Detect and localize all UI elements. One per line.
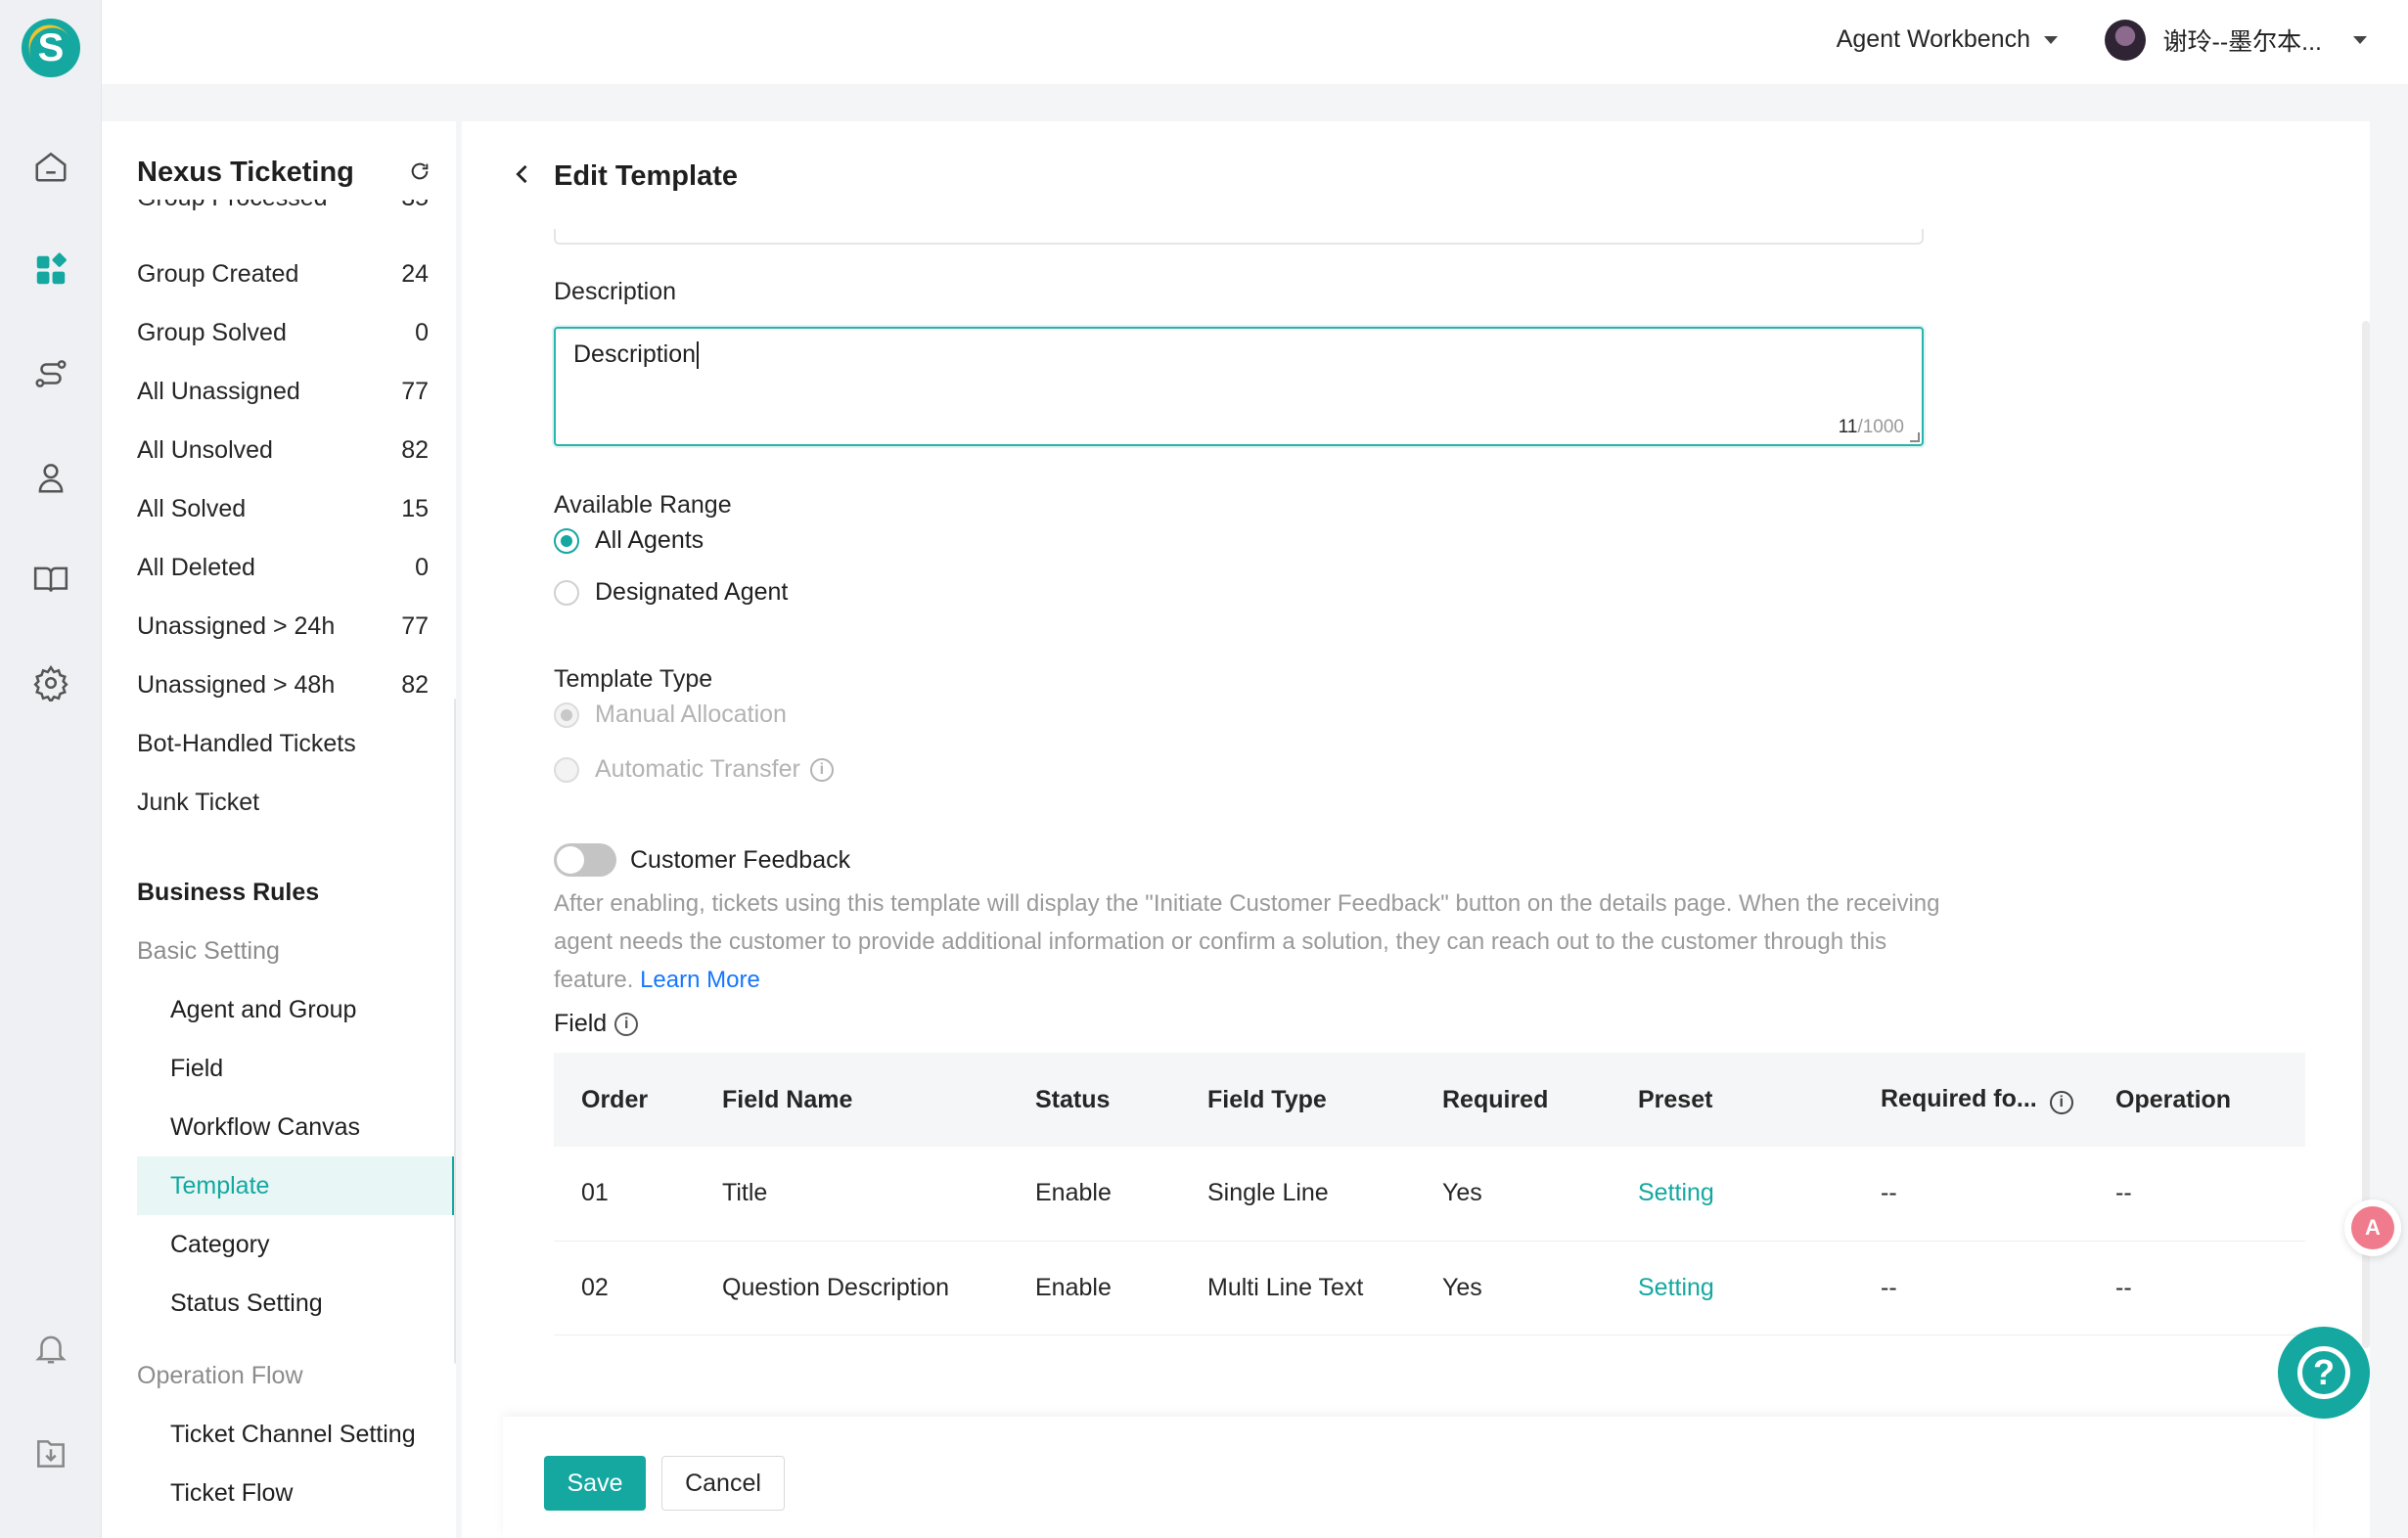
- col-field-type: Field Type: [1180, 1053, 1415, 1147]
- workbench-label: Agent Workbench: [1836, 25, 2030, 53]
- customer-feedback-toggle-row: Customer Feedback: [554, 843, 850, 877]
- nav-rail: S: [0, 0, 102, 1538]
- info-icon[interactable]: i: [614, 1012, 639, 1036]
- char-counter: 11/1000: [1838, 417, 1904, 437]
- name-input[interactable]: [554, 229, 1924, 245]
- col-required-for: Required fo... i: [1853, 1053, 2088, 1147]
- sidebar-item-status-setting[interactable]: Status Setting: [102, 1274, 456, 1333]
- chevron-down-icon: [2044, 35, 2058, 44]
- radio-button[interactable]: [554, 527, 579, 554]
- info-icon[interactable]: i: [809, 757, 834, 782]
- table-header-row: Order Field Name Status Field Type Requi…: [554, 1053, 2305, 1147]
- form-footer: Save Cancel: [503, 1417, 2313, 1538]
- user-icon[interactable]: [31, 458, 70, 497]
- sidebar-scrollbar[interactable]: [454, 699, 456, 1364]
- user-name: 谢玲--墨尔本...: [2162, 28, 2323, 56]
- radio-button: [554, 701, 579, 728]
- sidebar-item-all-deleted[interactable]: All Deleted 0: [102, 538, 456, 597]
- sidebar-item-all-unassigned[interactable]: All Unassigned 77: [102, 362, 456, 421]
- description-label: Description: [554, 278, 677, 305]
- resize-handle[interactable]: [1910, 432, 1920, 442]
- main-scrollbar[interactable]: [2362, 321, 2370, 1348]
- sidebar-item-workflow-canvas[interactable]: Workflow Canvas: [102, 1098, 456, 1156]
- radio-button: [554, 756, 579, 783]
- back-icon[interactable]: [509, 160, 536, 195]
- bell-icon[interactable]: [31, 1329, 70, 1368]
- gear-icon[interactable]: [31, 663, 70, 702]
- sidebar-item-category[interactable]: Category: [102, 1215, 456, 1274]
- user-menu[interactable]: 谢玲--墨尔本...: [2104, 20, 2367, 61]
- routing-icon[interactable]: [31, 354, 70, 393]
- sidebar-title: Nexus Ticketing: [137, 157, 354, 188]
- ticket-sidebar: Nexus Ticketing Group Processed 35 Group…: [102, 121, 456, 1538]
- sidebar-item-all-unsolved[interactable]: All Unsolved 82: [102, 421, 456, 479]
- avatar: [2104, 20, 2146, 61]
- sidebar-item-bot-handled[interactable]: Bot-Handled Tickets: [102, 714, 456, 773]
- col-preset: Preset: [1611, 1053, 1853, 1147]
- basic-setting-heading: Basic Setting: [137, 936, 280, 965]
- radio-designated-agent[interactable]: Designated Agent: [554, 578, 788, 607]
- field-table: Order Field Name Status Field Type Requi…: [554, 1053, 2305, 1335]
- learn-more-link[interactable]: Learn More: [640, 967, 760, 993]
- operation-flow-heading: Operation Flow: [137, 1361, 303, 1389]
- translate-button[interactable]: A: [2344, 1199, 2401, 1256]
- sidebar-item-ticket-flow[interactable]: Ticket Flow: [102, 1464, 456, 1522]
- customer-feedback-label: Customer Feedback: [630, 845, 851, 874]
- customer-feedback-toggle[interactable]: [554, 843, 616, 877]
- workbench-switcher[interactable]: Agent Workbench: [1837, 25, 2058, 54]
- col-status: Status: [1008, 1053, 1180, 1147]
- sidebar-item-group-created[interactable]: Group Created 24: [102, 245, 456, 303]
- sidebar-item-unassigned-24h[interactable]: Unassigned > 24h 77: [102, 597, 456, 656]
- radio-manual-allocation: Manual Allocation: [554, 701, 787, 729]
- page-header: Edit Template: [462, 121, 2370, 229]
- sidebar-item-template[interactable]: Template: [137, 1156, 456, 1215]
- radio-all-agents[interactable]: All Agents: [554, 526, 704, 555]
- save-button[interactable]: Save: [544, 1456, 646, 1511]
- sidebar-item-ticket-channel[interactable]: Ticket Channel Setting: [102, 1405, 456, 1464]
- table-row: 01 Title Enable Single Line Yes Setting …: [554, 1147, 2305, 1242]
- help-button[interactable]: ?: [2278, 1327, 2370, 1419]
- info-icon[interactable]: i: [2049, 1091, 2073, 1114]
- col-field-name: Field Name: [695, 1053, 1008, 1147]
- business-rules-heading: Business Rules: [137, 878, 320, 906]
- question-icon: ?: [2297, 1346, 2350, 1399]
- text-cursor: [697, 341, 700, 370]
- template-type-label: Template Type: [554, 665, 713, 693]
- top-bar: Agent Workbench 谢玲--墨尔本...: [102, 0, 2408, 84]
- download-icon[interactable]: [31, 1434, 70, 1473]
- chevron-down-icon: [2353, 36, 2367, 44]
- page-title: Edit Template: [554, 160, 738, 192]
- sidebar-item-all-solved[interactable]: All Solved 15: [102, 479, 456, 538]
- app-logo[interactable]: S: [22, 19, 80, 77]
- table-row: 02 Question Description Enable Multi Lin…: [554, 1241, 2305, 1335]
- main-panel: Edit Template Description Description 11…: [462, 121, 2370, 1538]
- radio-button[interactable]: [554, 579, 579, 606]
- home-icon[interactable]: [31, 147, 70, 186]
- col-order: Order: [554, 1053, 695, 1147]
- sidebar-item-unassigned-48h[interactable]: Unassigned > 48h 82: [102, 656, 456, 714]
- description-value: Description: [573, 340, 697, 368]
- edit-form: Description Description 11/1000 Availabl…: [503, 229, 2313, 1538]
- radio-automatic-transfer: Automatic Transfer i: [554, 755, 834, 784]
- col-required: Required: [1415, 1053, 1611, 1147]
- book-icon[interactable]: [31, 560, 70, 599]
- col-operation: Operation: [2088, 1053, 2305, 1147]
- sidebar-item-field[interactable]: Field: [102, 1039, 456, 1098]
- sidebar-item-group-processed[interactable]: Group Processed 35: [102, 200, 456, 245]
- field-section-label: Field i: [554, 1010, 639, 1038]
- sidebar-item-group-solved[interactable]: Group Solved 0: [102, 303, 456, 362]
- dashboard-icon[interactable]: [31, 250, 70, 290]
- refresh-icon[interactable]: [409, 160, 431, 189]
- description-textarea[interactable]: Description 11/1000: [554, 327, 1924, 446]
- feedback-help-text: After enabling, tickets using this templ…: [554, 890, 1940, 993]
- cancel-button[interactable]: Cancel: [661, 1456, 785, 1511]
- preset-setting-link[interactable]: Setting: [1611, 1147, 1853, 1242]
- sidebar-item-agent-group[interactable]: Agent and Group: [102, 980, 456, 1039]
- translate-icon: A: [2351, 1206, 2394, 1249]
- preset-setting-link[interactable]: Setting: [1611, 1241, 1853, 1335]
- sidebar-item-junk-ticket[interactable]: Junk Ticket: [102, 773, 456, 832]
- available-range-label: Available Range: [554, 491, 732, 519]
